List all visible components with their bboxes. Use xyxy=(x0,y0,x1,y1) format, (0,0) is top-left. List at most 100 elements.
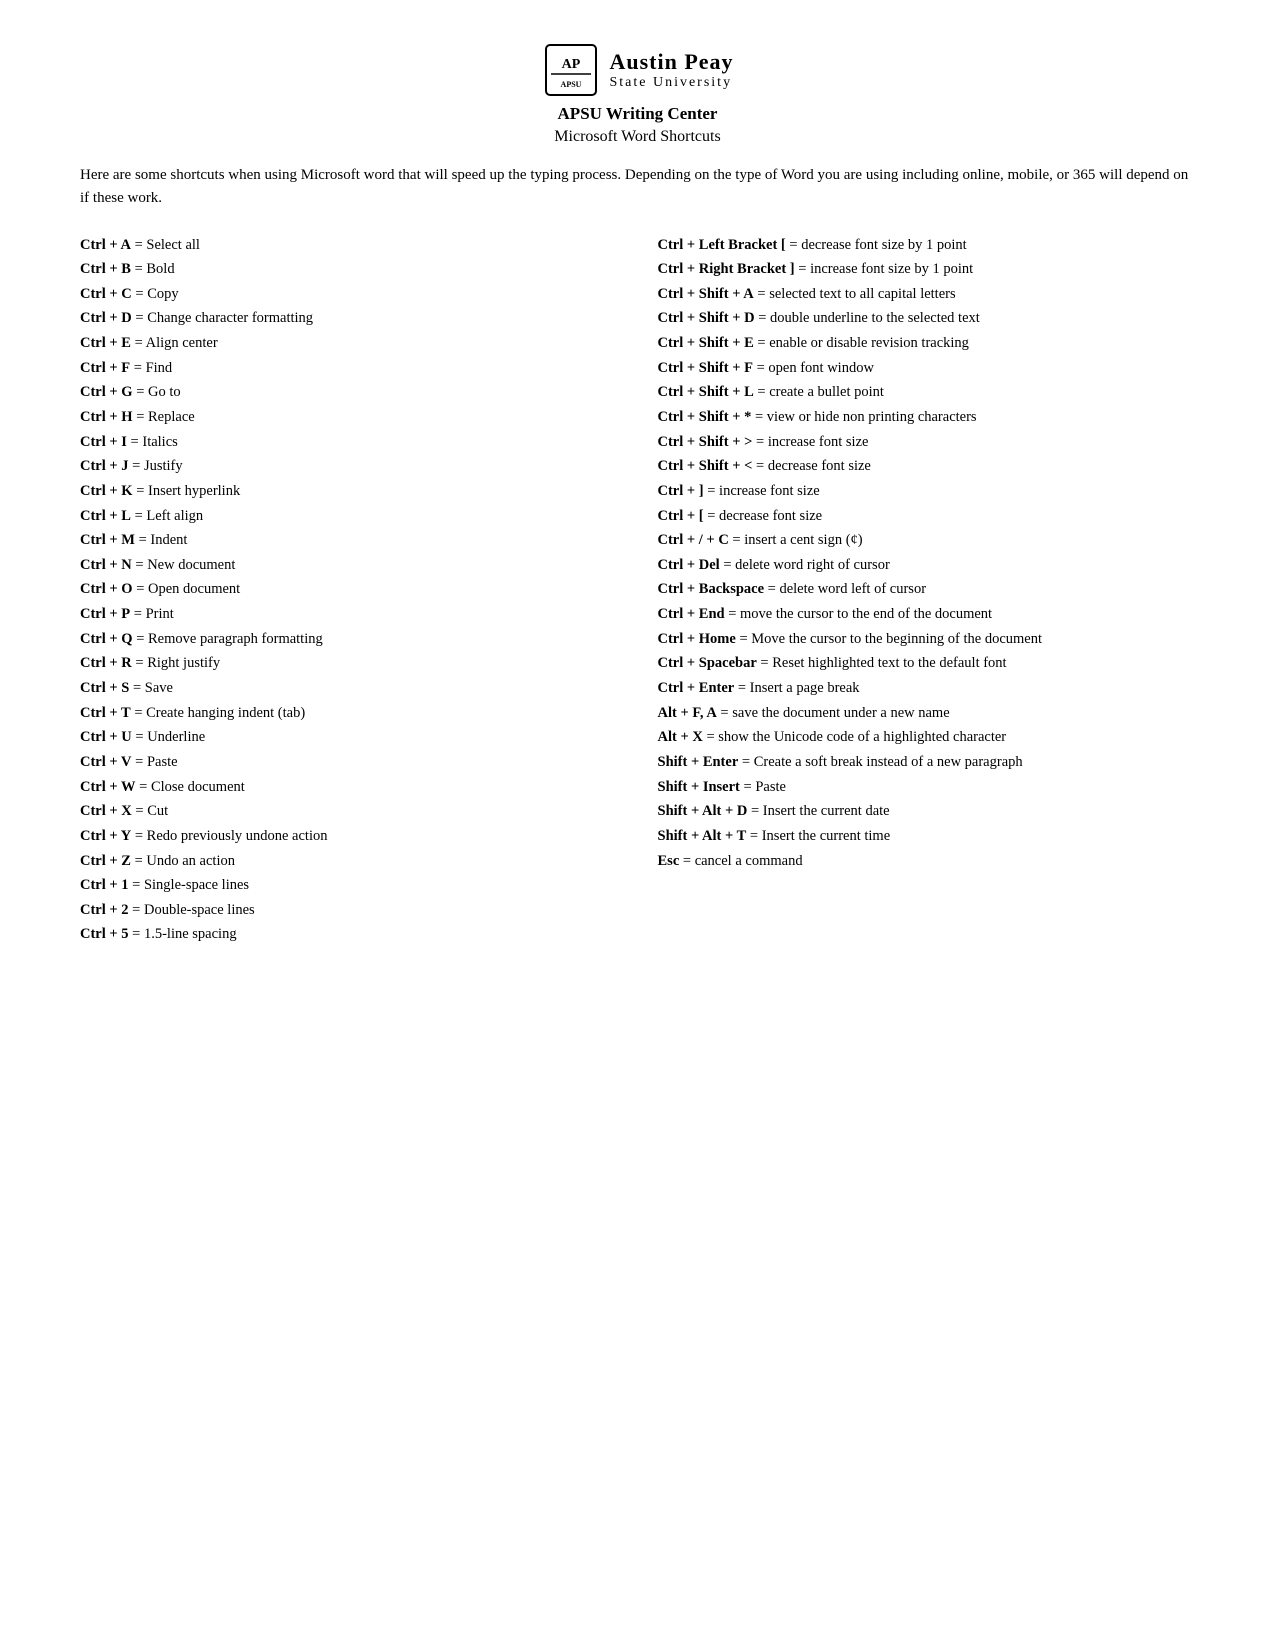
shortcut-key: Shift + Enter xyxy=(658,754,739,770)
shortcut-item: Ctrl + Shift + > = increase font size xyxy=(658,430,1196,455)
shortcut-eq: = xyxy=(725,606,740,622)
shortcut-item: Ctrl + W = Close document xyxy=(80,775,618,800)
shortcut-key: Ctrl + Z xyxy=(80,853,131,869)
shortcut-desc: Paste xyxy=(147,754,178,770)
shortcut-eq: = xyxy=(131,508,146,524)
shortcut-key: Ctrl + W xyxy=(80,779,136,795)
shortcut-eq: = xyxy=(132,557,147,573)
shortcuts-grid: Ctrl + A = Select allCtrl + B = BoldCtrl… xyxy=(80,233,1195,948)
shortcut-key: Ctrl + Q xyxy=(80,631,133,647)
shortcut-desc: Insert the current date xyxy=(763,803,890,819)
shortcut-desc: delete word left of cursor xyxy=(779,581,926,597)
shortcut-key: Alt + F, A xyxy=(658,705,717,721)
shortcut-item: Ctrl + Shift + L = create a bullet point xyxy=(658,380,1196,405)
shortcut-item: Ctrl + End = move the cursor to the end … xyxy=(658,602,1196,627)
shortcut-key: Ctrl + V xyxy=(80,754,132,770)
shortcut-key: Ctrl + / + C xyxy=(658,532,729,548)
shortcut-item: Ctrl + Shift + D = double underline to t… xyxy=(658,306,1196,331)
shortcut-item: Ctrl + P = Print xyxy=(80,602,618,627)
shortcut-eq: = xyxy=(753,360,768,376)
shortcut-desc: selected text to all capital letters xyxy=(769,286,955,302)
shortcut-key: Ctrl + A xyxy=(80,237,131,253)
shortcut-key: Ctrl + Shift + E xyxy=(658,335,754,351)
shortcut-key: Ctrl + F xyxy=(80,360,130,376)
shortcut-item: Ctrl + Shift + < = decrease font size xyxy=(658,454,1196,479)
shortcut-item: Shift + Enter = Create a soft break inst… xyxy=(658,750,1196,775)
shortcut-desc: Italics xyxy=(142,434,177,450)
shortcut-key: Ctrl + M xyxy=(80,532,135,548)
shortcut-desc: New document xyxy=(147,557,235,573)
shortcut-key: Ctrl + 2 xyxy=(80,902,129,918)
shortcut-eq: = xyxy=(736,631,751,647)
shortcut-eq: = xyxy=(795,261,810,277)
shortcut-item: Ctrl + K = Insert hyperlink xyxy=(80,479,618,504)
shortcut-item: Ctrl + Shift + F = open font window xyxy=(658,356,1196,381)
shortcut-item: Ctrl + A = Select all xyxy=(80,233,618,258)
shortcut-desc: Align center xyxy=(146,335,218,351)
left-column: Ctrl + A = Select allCtrl + B = BoldCtrl… xyxy=(80,233,618,948)
shortcut-item: Ctrl + 2 = Double-space lines xyxy=(80,898,618,923)
shortcut-eq: = xyxy=(754,384,769,400)
shortcut-eq: = xyxy=(734,680,749,696)
shortcut-key: Ctrl + D xyxy=(80,310,132,326)
shortcut-eq: = xyxy=(132,754,147,770)
shortcut-desc: Create hanging indent (tab) xyxy=(146,705,305,721)
shortcut-desc: Insert the current time xyxy=(762,828,890,844)
shortcut-key: Ctrl + Home xyxy=(658,631,736,647)
shortcut-desc: Save xyxy=(145,680,173,696)
shortcut-key: Ctrl + Shift + F xyxy=(658,360,753,376)
shortcut-item: Ctrl + Shift + E = enable or disable rev… xyxy=(658,331,1196,356)
shortcut-eq: = xyxy=(127,434,142,450)
shortcut-eq: = xyxy=(133,581,148,597)
shortcut-item: Alt + X = show the Unicode code of a hig… xyxy=(658,725,1196,750)
shortcut-key: Ctrl + H xyxy=(80,409,133,425)
shortcut-key: Ctrl + Shift + < xyxy=(658,458,753,474)
shortcut-desc: Insert hyperlink xyxy=(148,483,240,499)
shortcut-key: Ctrl + B xyxy=(80,261,131,277)
shortcut-eq: = xyxy=(747,803,762,819)
shortcut-eq: = xyxy=(757,655,772,671)
shortcut-key: Shift + Alt + T xyxy=(658,828,747,844)
shortcut-key: Ctrl + Left Bracket [ xyxy=(658,237,786,253)
shortcut-eq: = xyxy=(740,779,755,795)
shortcut-desc: increase font size xyxy=(719,483,820,499)
shortcut-eq: = xyxy=(754,286,769,302)
shortcut-eq: = xyxy=(132,729,147,745)
shortcut-item: Ctrl + Shift + * = view or hide non prin… xyxy=(658,405,1196,430)
shortcut-key: Ctrl + R xyxy=(80,655,132,671)
shortcut-key: Ctrl + Right Bracket ] xyxy=(658,261,795,277)
shortcut-desc: increase font size xyxy=(768,434,869,450)
shortcut-eq: = xyxy=(751,409,766,425)
center-title: APSU Writing Center xyxy=(80,104,1195,124)
shortcut-item: Ctrl + R = Right justify xyxy=(80,651,618,676)
shortcut-key: Ctrl + T xyxy=(80,705,131,721)
shortcut-eq: = xyxy=(133,483,148,499)
shortcut-key: Ctrl + Shift + L xyxy=(658,384,754,400)
shortcut-eq: = xyxy=(786,237,801,253)
shortcut-item: Ctrl + J = Justify xyxy=(80,454,618,479)
shortcut-desc: Justify xyxy=(144,458,183,474)
svg-text:APSU: APSU xyxy=(561,80,582,89)
shortcut-eq: = xyxy=(704,508,719,524)
shortcut-item: Ctrl + I = Italics xyxy=(80,430,618,455)
shortcut-eq: = xyxy=(133,409,148,425)
page-subtitle: Microsoft Word Shortcuts xyxy=(80,128,1195,146)
shortcut-item: Ctrl + Q = Remove paragraph formatting xyxy=(80,627,618,652)
shortcut-key: Ctrl + S xyxy=(80,680,129,696)
shortcut-desc: Single-space lines xyxy=(144,877,249,893)
shortcut-item: Ctrl + Backspace = delete word left of c… xyxy=(658,577,1196,602)
shortcut-desc: Double-space lines xyxy=(144,902,255,918)
shortcut-eq: = xyxy=(129,680,144,696)
apsu-logo-icon: AP APSU xyxy=(541,40,601,100)
shortcut-eq: = xyxy=(704,483,719,499)
shortcut-desc: enable or disable revision tracking xyxy=(769,335,969,351)
shortcut-item: Ctrl + G = Go to xyxy=(80,380,618,405)
shortcut-eq: = xyxy=(130,360,145,376)
shortcut-eq: = xyxy=(136,779,151,795)
shortcut-item: Shift + Alt + T = Insert the current tim… xyxy=(658,824,1196,849)
shortcut-desc: Replace xyxy=(148,409,195,425)
shortcut-item: Ctrl + Right Bracket ] = increase font s… xyxy=(658,257,1196,282)
shortcut-desc: view or hide non printing characters xyxy=(767,409,977,425)
shortcut-item: Ctrl + F = Find xyxy=(80,356,618,381)
shortcut-desc: Move the cursor to the beginning of the … xyxy=(751,631,1042,647)
